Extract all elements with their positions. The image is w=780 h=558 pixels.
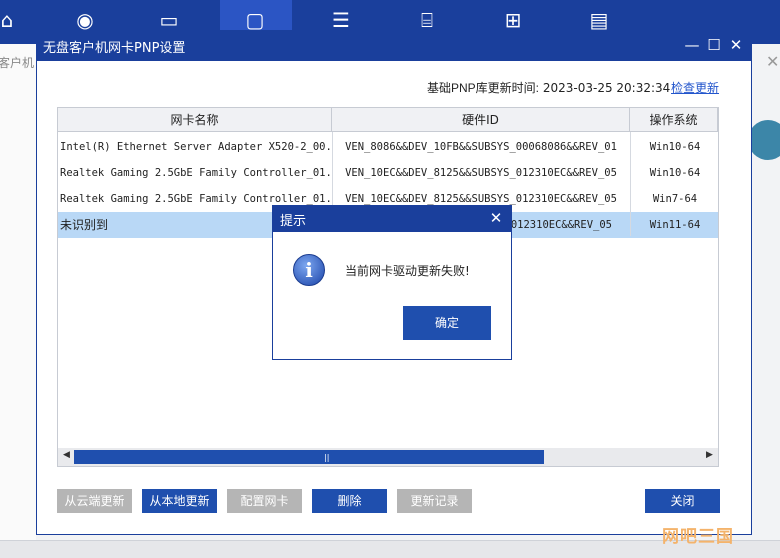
cell-os: Win11-64: [649, 219, 701, 231]
close-button[interactable]: 关闭: [645, 489, 720, 513]
cell-os: Win10-64: [649, 141, 701, 153]
dialog-title-bar: 提示 ✕: [273, 206, 511, 232]
dialog-close-icon[interactable]: ✕: [487, 209, 505, 227]
background-close-icon[interactable]: ✕: [766, 52, 779, 71]
column-divider: [630, 132, 631, 236]
check-update-link[interactable]: 检查更新: [671, 79, 719, 96]
update-time-label: 基础PNP库更新时间:: [427, 81, 540, 95]
home-icon[interactable]: ⌂: [0, 6, 24, 34]
scrollbar-grip-icon: ||: [324, 453, 330, 462]
update-time-value: 2023-03-25 20:32:34: [542, 81, 671, 95]
horizontal-scrollbar[interactable]: ◀ || ▶: [58, 448, 718, 466]
table-row[interactable]: Intel(R) Ethernet Server Adapter X520-2_…: [58, 134, 718, 160]
cell-name: Intel(R) Ethernet Server Adapter X520-2_…: [60, 141, 330, 153]
background-circle-button[interactable]: [748, 120, 780, 160]
scroll-right-icon[interactable]: ▶: [706, 450, 713, 460]
update-from-cloud-button[interactable]: 从云端更新: [57, 489, 132, 513]
cell-hwid: VEN_10EC&&DEV_8125&&SUBSYS_012310EC&&REV…: [345, 167, 617, 179]
delete-button[interactable]: 删除: [312, 489, 387, 513]
close-icon[interactable]: ✕: [727, 36, 745, 54]
scrollbar-thumb[interactable]: ||: [74, 450, 544, 464]
table-row[interactable]: Realtek Gaming 2.5GbE Family Controller_…: [58, 160, 718, 186]
configure-nic-button[interactable]: 配置网卡: [227, 489, 302, 513]
update-history-button[interactable]: 更新记录: [397, 489, 472, 513]
update-from-local-button[interactable]: 从本地更新: [142, 489, 217, 513]
window-title: 无盘客户机网卡PNP设置: [43, 41, 186, 56]
window-title-bar: 无盘客户机网卡PNP设置 — ☐ ✕: [37, 31, 751, 61]
watermark: 网吧三国: [662, 527, 734, 547]
cell-os: Win7-64: [652, 193, 698, 205]
maximize-icon[interactable]: ☐: [705, 36, 723, 54]
dialog-title: 提示: [280, 214, 307, 229]
column-header-name[interactable]: 网卡名称: [58, 108, 332, 132]
scroll-left-icon[interactable]: ◀: [63, 450, 70, 460]
background-label: 客户机: [0, 56, 35, 70]
table-header: 网卡名称 硬件ID 操作系统: [58, 108, 718, 132]
column-header-hwid[interactable]: 硬件ID: [332, 108, 630, 132]
minimize-icon[interactable]: —: [683, 36, 701, 54]
info-icon: i: [293, 254, 325, 286]
cell-os: Win10-64: [649, 167, 701, 179]
cell-hwid: VEN_8086&&DEV_10FB&&SUBSYS_00068086&&REV…: [345, 141, 617, 153]
background-sidebar: [0, 44, 36, 558]
dialog-message: 当前网卡驱动更新失败!: [345, 264, 470, 278]
cell-name: Realtek Gaming 2.5GbE Family Controller_…: [60, 167, 330, 179]
alert-dialog: 提示 ✕ i 当前网卡驱动更新失败! 确定: [272, 205, 512, 360]
ok-button[interactable]: 确定: [403, 306, 491, 340]
column-header-os[interactable]: 操作系统: [630, 108, 718, 132]
update-time-row: 基础PNP库更新时间: 2023-03-25 20:32:34: [427, 79, 670, 96]
